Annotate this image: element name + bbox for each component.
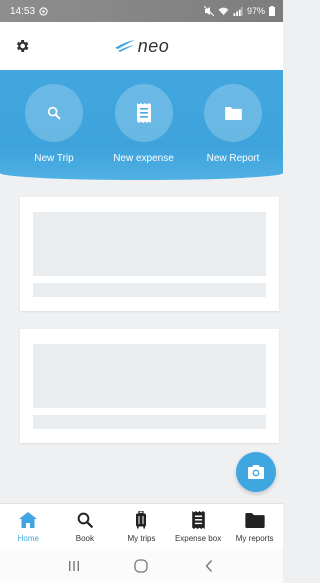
new-report-button[interactable]: New Report xyxy=(189,84,277,180)
nav-item-expense-box[interactable]: Expense box xyxy=(170,504,227,548)
suitcase-icon xyxy=(136,511,147,529)
notification-icon xyxy=(39,6,48,16)
home-circle-icon xyxy=(134,558,149,573)
placeholder-line xyxy=(33,415,266,429)
search-icon xyxy=(77,512,93,528)
app-logo: neo xyxy=(114,36,170,57)
search-icon xyxy=(47,106,61,120)
placeholder-block xyxy=(33,212,266,276)
new-expense-button[interactable]: New expense xyxy=(100,84,188,180)
mute-icon xyxy=(203,6,214,16)
home-icon xyxy=(19,512,38,528)
receipt-icon xyxy=(136,103,151,123)
settings-button[interactable] xyxy=(12,36,32,56)
action-label: New Report xyxy=(206,153,260,164)
action-circle xyxy=(114,84,173,142)
nav-item-book[interactable]: Book xyxy=(57,504,114,548)
placeholder-line xyxy=(33,283,266,297)
action-label: New Trip xyxy=(34,153,74,164)
action-label: New expense xyxy=(113,153,174,164)
receipt-icon xyxy=(191,511,205,529)
nav-label: Expense box xyxy=(174,534,222,543)
status-bar: 14:53 97% xyxy=(0,0,283,22)
folder-icon xyxy=(245,512,265,528)
nav-label: Home xyxy=(17,534,39,543)
wifi-icon xyxy=(218,7,229,15)
system-nav-bar xyxy=(0,548,283,583)
recent-apps-icon xyxy=(68,560,79,571)
status-time: 14:53 xyxy=(10,5,36,17)
new-trip-button[interactable]: New Trip xyxy=(10,84,98,180)
loading-card xyxy=(20,329,279,443)
nav-label: My reports xyxy=(235,534,274,543)
back-chevron-icon xyxy=(205,559,213,572)
logo-text: neo xyxy=(137,35,170,56)
folder-icon xyxy=(224,106,242,120)
action-circle xyxy=(204,84,262,142)
recent-apps-button[interactable] xyxy=(59,554,89,578)
back-button[interactable] xyxy=(194,554,224,578)
camera-button[interactable] xyxy=(236,452,276,492)
gear-icon xyxy=(16,40,29,52)
home-system-button[interactable] xyxy=(126,554,156,578)
placeholder-block xyxy=(33,344,266,408)
nav-label: My trips xyxy=(127,534,156,543)
logo-swoosh-icon xyxy=(114,40,135,52)
battery-percent: 97% xyxy=(246,6,265,16)
action-circle xyxy=(25,84,83,142)
quick-actions-banner: New Trip New expense New Report xyxy=(0,70,283,180)
bottom-nav: Home Book My trips Expense box My report… xyxy=(0,503,283,548)
signal-icon xyxy=(233,6,243,16)
nav-item-my-reports[interactable]: My reports xyxy=(226,504,283,548)
camera-icon xyxy=(248,465,264,479)
loading-card xyxy=(20,197,279,311)
nav-label: Book xyxy=(75,534,94,543)
app-header: neo xyxy=(0,22,283,70)
nav-item-home[interactable]: Home xyxy=(0,504,57,548)
battery-icon xyxy=(269,6,275,16)
nav-item-my-trips[interactable]: My trips xyxy=(113,504,170,548)
